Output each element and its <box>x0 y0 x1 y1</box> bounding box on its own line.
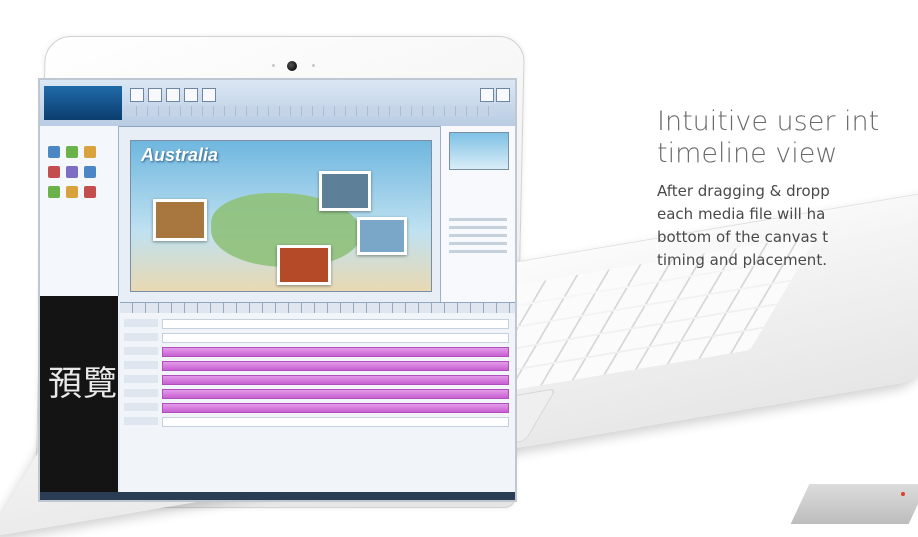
description-line: each media file will ha <box>657 205 826 223</box>
slide-thumbnail <box>449 132 509 170</box>
toolbar-button <box>480 88 494 102</box>
feature-description: After dragging & dropp each media file w… <box>657 180 918 272</box>
timeline-panel <box>120 302 515 500</box>
headline-line: timeline view <box>657 138 838 169</box>
track-label <box>124 417 158 425</box>
track-label <box>124 403 158 411</box>
timeline-media-track <box>162 403 509 413</box>
toolbar-button <box>148 88 162 102</box>
app-toolbar <box>40 80 515 127</box>
timeline-media-track <box>162 347 509 357</box>
app-logo <box>44 86 122 120</box>
photo-thumbnail <box>277 245 331 285</box>
description-line: After dragging & dropp <box>657 182 830 200</box>
track-label <box>124 389 158 397</box>
property-row <box>449 250 507 253</box>
media-icon <box>66 146 78 158</box>
mic-dot <box>272 64 275 67</box>
headline-line: Intuitive user int <box>657 106 880 137</box>
media-icon <box>66 186 78 198</box>
media-icon <box>84 166 96 178</box>
track-label <box>124 333 158 341</box>
toolbar-button <box>130 88 144 102</box>
preview-pane: 預覽 <box>40 296 118 500</box>
toolbar-ruler <box>126 106 496 116</box>
toolbar-button <box>184 88 198 102</box>
editor-canvas: Australia <box>130 140 432 292</box>
track-label <box>124 375 158 383</box>
description-line: timing and placement. <box>657 251 827 269</box>
property-row <box>449 234 507 237</box>
timeline-media-track <box>162 375 509 385</box>
feature-headline: Intuitive user int timeline view <box>657 106 918 170</box>
media-icon <box>66 166 78 178</box>
media-icon <box>48 166 60 178</box>
laptop-screen: 預覽 Australia <box>38 78 517 502</box>
preview-label: 預覽 <box>48 364 118 404</box>
toolbar-button <box>202 88 216 102</box>
feature-copy: Intuitive user int timeline view After d… <box>657 106 918 272</box>
deck-edge <box>790 484 918 524</box>
property-row <box>449 218 507 221</box>
mic-dot <box>312 64 315 67</box>
timeline-media-track <box>162 389 509 399</box>
track-label <box>124 361 158 369</box>
os-taskbar <box>40 492 515 500</box>
canvas-title: Australia <box>141 145 219 165</box>
timeline-track <box>162 333 509 343</box>
power-led-icon <box>901 492 905 496</box>
timeline-media-track <box>162 361 509 371</box>
camera-icon <box>287 61 297 71</box>
media-icon <box>48 146 60 158</box>
media-icon <box>84 146 96 158</box>
track-label <box>124 319 158 327</box>
timeline-track <box>162 417 509 427</box>
photo-thumbnail <box>357 217 407 255</box>
photo-thumbnail <box>153 199 207 241</box>
property-row <box>449 226 507 229</box>
toolbar-button <box>496 88 510 102</box>
toolbar-button <box>166 88 180 102</box>
track-label <box>124 347 158 355</box>
property-row <box>449 242 507 245</box>
timeline-ruler <box>120 303 515 313</box>
media-library-panel <box>40 126 119 296</box>
timeline-track <box>162 319 509 329</box>
photo-thumbnail <box>319 171 371 211</box>
media-icon <box>84 186 96 198</box>
description-line: bottom of the canvas t <box>657 228 829 246</box>
media-icon <box>48 186 60 198</box>
